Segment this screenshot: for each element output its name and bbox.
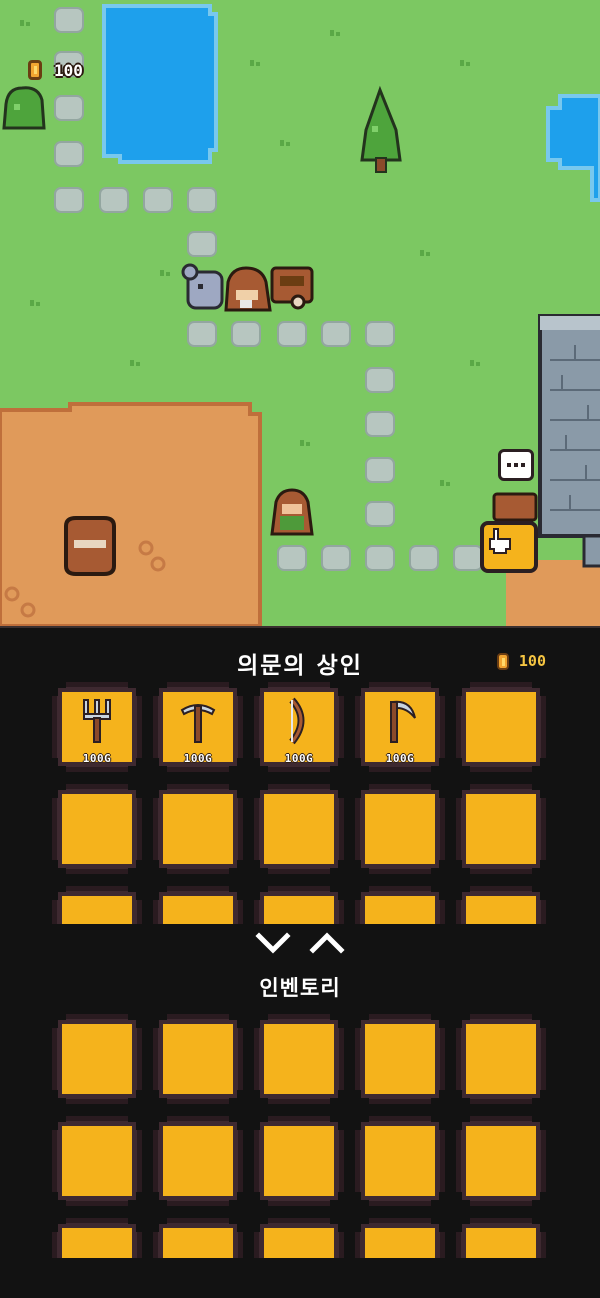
item-price: 100G	[82, 752, 112, 765]
bow-icon	[289, 697, 305, 745]
shop-slot-empty[interactable]	[456, 682, 546, 772]
coin-icon	[496, 652, 509, 670]
inventory-slot[interactable]	[355, 1014, 445, 1104]
item-price: 100G	[385, 752, 415, 765]
inventory-slot[interactable]	[456, 1014, 546, 1104]
item-price: 100G	[183, 752, 213, 765]
shop-grid: 100G 100G 100G 100G	[52, 682, 546, 924]
coin-amount: 100	[54, 60, 83, 80]
inventory-slot[interactable]	[355, 1116, 445, 1206]
interact-button[interactable]	[480, 521, 538, 573]
shop-slot-pickaxe[interactable]: 100G	[153, 682, 243, 772]
inventory-slot[interactable]	[254, 1218, 344, 1258]
coin-icon	[28, 60, 42, 80]
shop-slot-pitchfork[interactable]: 100G	[52, 682, 142, 772]
game-screen: 100 의문의 상인 100 100G 100G 100G 100G 인벤토리	[0, 0, 600, 1298]
inventory-slot[interactable]	[153, 1014, 243, 1104]
shop-slot-empty[interactable]	[254, 784, 344, 874]
tree	[360, 85, 402, 173]
shop-slot-empty[interactable]	[153, 886, 243, 924]
item-price: 100G	[284, 752, 314, 765]
shop-coin-amount: 100	[518, 652, 546, 670]
panel-scroll-controls	[0, 928, 600, 958]
player-character	[270, 488, 314, 536]
dirt-ground	[0, 402, 262, 626]
pond	[102, 4, 218, 164]
inventory-slot[interactable]	[52, 1014, 142, 1104]
shop-slot-empty[interactable]	[456, 784, 546, 874]
shop-panel: 의문의 상인 100 100G 100G 100G 100G 인벤토리	[0, 626, 600, 1298]
chevron-down-icon[interactable]	[255, 928, 291, 958]
shop-coin-counter: 100	[496, 652, 546, 670]
shop-slot-bow[interactable]: 100G	[254, 682, 344, 772]
inventory-title: 인벤토리	[259, 976, 341, 1000]
shop-slot-scythe[interactable]: 100G	[355, 682, 445, 772]
castle	[538, 314, 600, 568]
bush	[2, 86, 46, 130]
pointing-hand-icon	[489, 528, 511, 554]
shop-slot-empty[interactable]	[52, 784, 142, 874]
shop-slot-empty[interactable]	[52, 886, 142, 924]
shop-slot-empty[interactable]	[153, 784, 243, 874]
pickaxe-icon	[180, 704, 216, 743]
shop-slot-empty[interactable]	[355, 784, 445, 874]
inventory-slot[interactable]	[456, 1218, 546, 1258]
chevron-up-icon[interactable]	[309, 928, 345, 958]
speech-bubble-icon	[498, 449, 534, 481]
inventory-slot[interactable]	[254, 1116, 344, 1206]
inventory-slot[interactable]	[52, 1116, 142, 1206]
coin-counter-hud: 100	[28, 60, 83, 80]
inventory-grid	[52, 1014, 546, 1258]
inventory-slot[interactable]	[153, 1218, 243, 1258]
pitchfork-icon	[83, 699, 111, 743]
scythe-icon	[390, 700, 416, 743]
inventory-slot[interactable]	[52, 1218, 142, 1258]
inventory-slot[interactable]	[355, 1218, 445, 1258]
shop-slot-empty[interactable]	[254, 886, 344, 924]
inventory-slot[interactable]	[456, 1116, 546, 1206]
shop-slot-empty[interactable]	[355, 886, 445, 924]
merchant-npc	[224, 266, 272, 312]
pond-right	[546, 94, 600, 202]
shop-slot-empty[interactable]	[456, 886, 546, 924]
signpost	[492, 492, 538, 522]
game-world[interactable]: 100	[0, 0, 600, 626]
clay-pot	[64, 516, 116, 576]
inventory-slot[interactable]	[153, 1116, 243, 1206]
inventory-slot[interactable]	[254, 1014, 344, 1104]
mouse-npc	[181, 263, 224, 310]
cart-npc	[270, 266, 314, 310]
